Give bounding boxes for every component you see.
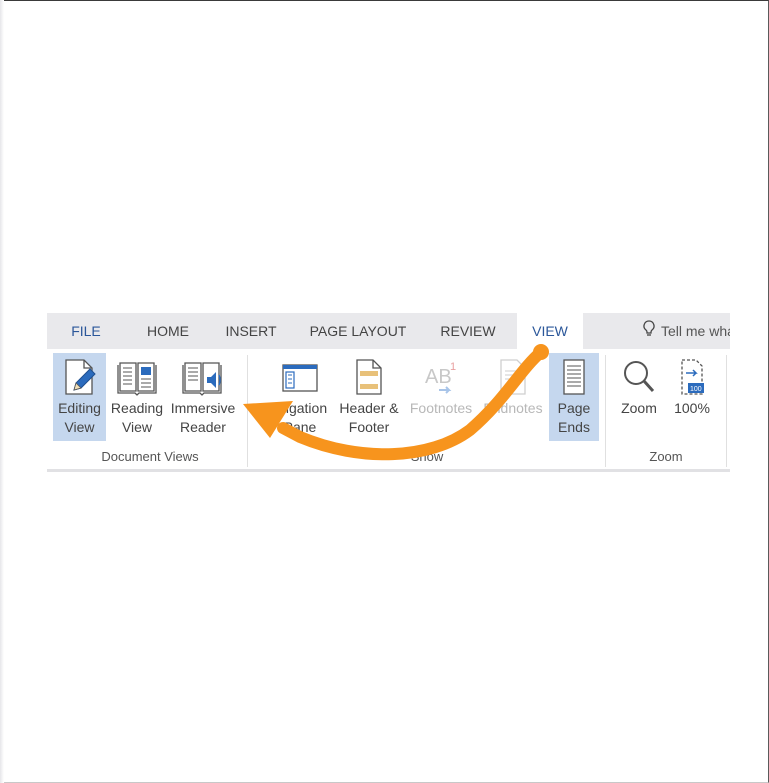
tab-home[interactable]: HOME (135, 313, 201, 349)
group-label-show: Show (410, 449, 444, 464)
tab-insert[interactable]: INSERT (220, 313, 282, 349)
header-footer-button[interactable]: Header & Footer (335, 353, 403, 441)
navigation-pane-label: vigation Pane (278, 400, 328, 435)
endnotes-label: Endnotes (483, 400, 543, 416)
editing-view-button[interactable]: Editing View (53, 353, 106, 441)
tab-review[interactable]: REVIEW (435, 313, 501, 349)
page-ends-button[interactable]: Page Ends (549, 353, 599, 441)
group-separator (247, 355, 248, 467)
ribbon-view-panel: Editing View Reading View Immersive Read… (47, 349, 730, 472)
endnote-icon (479, 357, 547, 397)
group-label-zoom: Zoom (649, 449, 683, 464)
tab-page-layout[interactable]: PAGE LAYOUT (305, 313, 411, 349)
navigation-pane-button[interactable]: vigation Pane (269, 353, 331, 441)
immersive-reader-label: Immersive Reader (170, 400, 236, 435)
group-separator (605, 355, 606, 467)
frame-shade (0, 0, 4, 783)
tab-file[interactable]: FILE (60, 313, 112, 349)
header-footer-label: Header & Footer (339, 400, 399, 435)
immersive-reader-button[interactable]: Immersive Reader (168, 353, 238, 441)
zoom-100-label: 100% (674, 400, 710, 416)
page-ends-icon (549, 357, 599, 397)
footnotes-label: Footnotes (409, 400, 473, 416)
group-label-document-views: Document Views (101, 449, 199, 464)
tell-me-text: Tell me what yo (661, 323, 730, 339)
document-pencil-icon (53, 357, 106, 397)
footnote-icon: AB 1 (405, 357, 477, 397)
group-separator (726, 355, 727, 467)
zoom-button[interactable]: Zoom (615, 353, 663, 441)
svg-text:AB: AB (425, 366, 452, 388)
svg-text:100: 100 (690, 386, 702, 393)
zoom-label: Zoom (621, 400, 657, 416)
header-footer-icon (335, 357, 403, 397)
tell-me-box[interactable]: Tell me what yo (633, 313, 730, 349)
zoom-100-button[interactable]: 100 100% (667, 353, 717, 441)
lightbulb-icon (643, 314, 655, 349)
reading-view-button[interactable]: Reading View (108, 353, 166, 441)
reading-view-label: Reading View (110, 400, 164, 435)
tab-view[interactable]: VIEW (517, 313, 583, 349)
open-book-icon (108, 357, 166, 397)
book-speaker-icon (168, 357, 238, 397)
editing-view-label: Editing View (58, 400, 101, 435)
endnotes-button[interactable]: Endnotes (479, 353, 547, 441)
page-ends-label: Page Ends (557, 400, 591, 435)
zoom-100-icon: 100 (667, 357, 717, 397)
footnotes-button[interactable]: AB 1 Footnotes (405, 353, 477, 441)
svg-text:1: 1 (450, 361, 456, 373)
navigation-pane-icon (269, 357, 331, 397)
magnifier-icon (615, 357, 663, 397)
ribbon-tab-bar: FILE HOME INSERT PAGE LAYOUT REVIEW VIEW… (47, 313, 730, 349)
